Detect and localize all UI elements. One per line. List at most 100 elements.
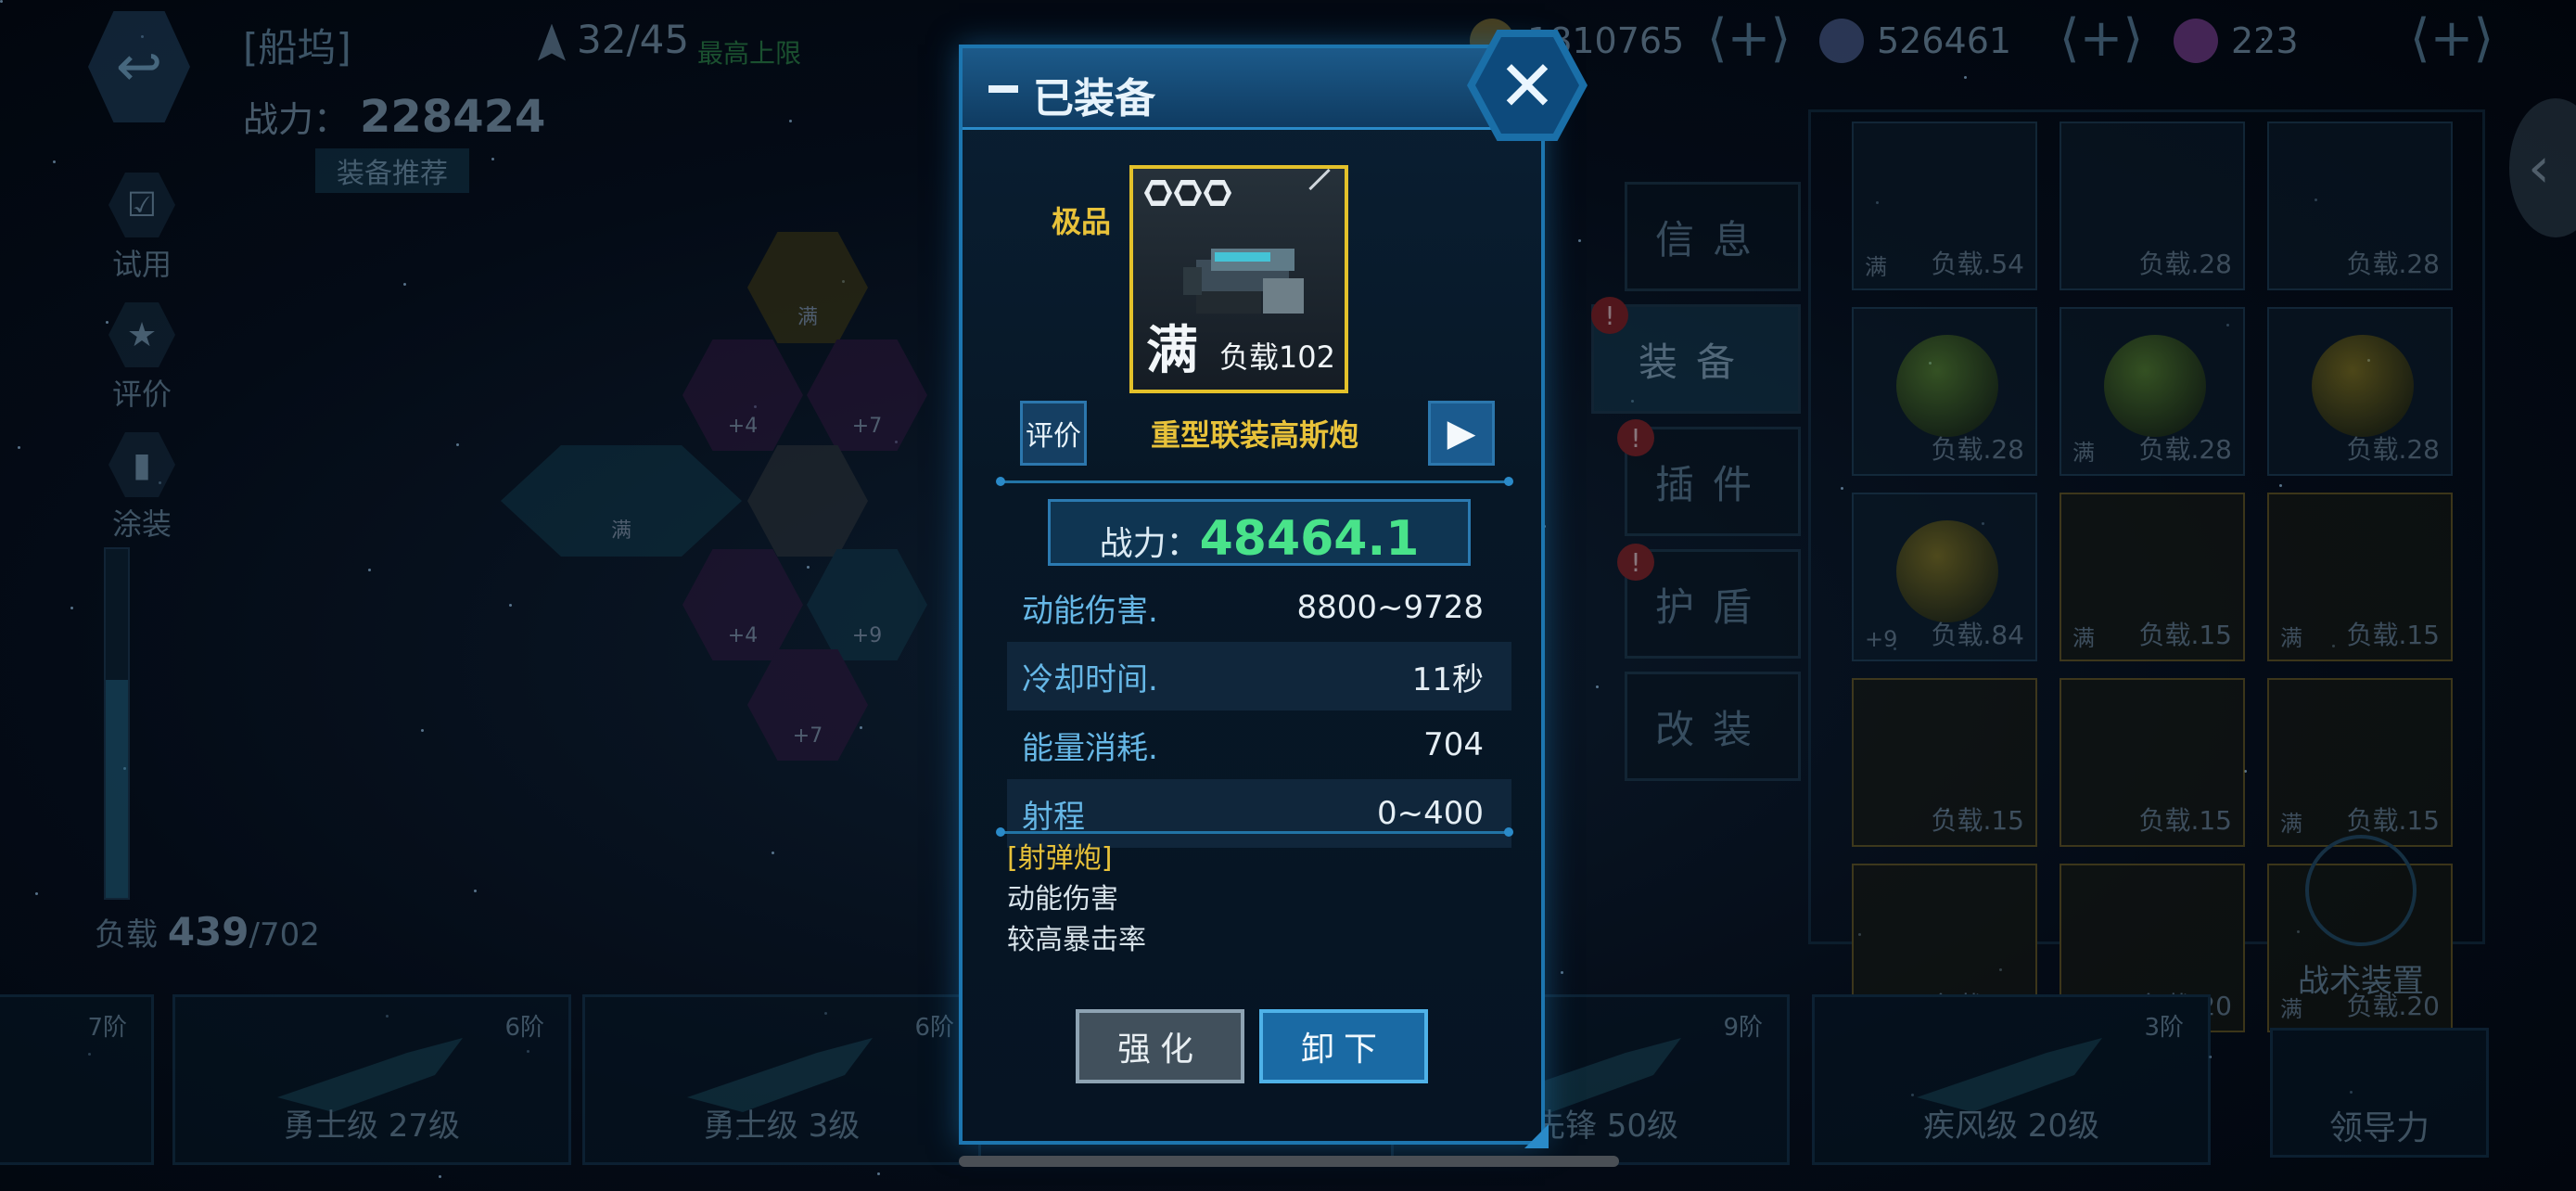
hangar-power-value: 228424 bbox=[360, 91, 546, 143]
hangar-power: 战力： 228424 bbox=[243, 91, 545, 143]
ship-name: 勇士级 3级 bbox=[703, 1108, 861, 1145]
resource-gem: 223 bbox=[2174, 13, 2299, 69]
corner-mark bbox=[1308, 169, 1331, 191]
slot-load: 负载.15 bbox=[2138, 620, 2232, 650]
equipment-slot[interactable]: 满 负载.15 bbox=[2267, 493, 2453, 661]
hex-slot[interactable]: +7 bbox=[807, 339, 927, 451]
gauss-cannon-icon bbox=[1183, 249, 1304, 314]
tactical-label: 战术装置 bbox=[2298, 963, 2424, 1000]
equipment-slot[interactable]: 满 负载.54 bbox=[1852, 122, 2037, 290]
equipment-slot[interactable]: 满 负载.28 bbox=[2060, 307, 2245, 476]
hex-slot[interactable]: 满 bbox=[747, 232, 868, 343]
item-name: 重型联装高斯炮 bbox=[1150, 417, 1358, 453]
hex-slot-label: +9 bbox=[851, 624, 883, 647]
load-bar bbox=[104, 547, 130, 900]
resource-value: 526461 bbox=[1877, 20, 2012, 61]
item-load: 负载102 bbox=[1218, 339, 1335, 375]
slot-full: 满 bbox=[2072, 625, 2095, 651]
recommend-equipment-button[interactable]: 装备推荐 bbox=[315, 148, 469, 193]
slot-load: 负载.15 bbox=[2138, 805, 2232, 836]
hangar-title: [船坞] bbox=[243, 25, 351, 70]
ship-rank: 6阶 bbox=[914, 1014, 954, 1042]
tab-info[interactable]: 信息 bbox=[1625, 182, 1801, 291]
slot-load: 负载.28 bbox=[2346, 249, 2440, 279]
slot-load: 负载.28 bbox=[2346, 434, 2440, 465]
unequip-button[interactable]: 卸下 bbox=[1259, 1009, 1428, 1083]
add-crystal-button[interactable]: ⟨+⟩ bbox=[2057, 8, 2146, 69]
divider bbox=[996, 477, 1513, 486]
stat-key: 动能伤害. bbox=[1022, 592, 1158, 630]
load-value: 439 bbox=[167, 909, 249, 954]
equipment-slot[interactable]: 负载.15 bbox=[1852, 678, 2037, 847]
equipment-slot[interactable]: +9 负载.84 bbox=[1852, 493, 2037, 661]
ship-name: 疾风级 20级 bbox=[1922, 1108, 2100, 1145]
rate-item-button[interactable]: 评价 bbox=[1020, 401, 1087, 466]
hex-slot-label: +7 bbox=[792, 724, 823, 748]
resource-crystal: 526461 bbox=[1819, 13, 2011, 69]
tactical-device-button[interactable]: 战术装置 bbox=[2298, 835, 2424, 1001]
stat-row: 射程 0~400 bbox=[1007, 779, 1511, 848]
star-level-icons bbox=[1144, 180, 1231, 206]
hex-level-icon bbox=[1144, 180, 1172, 206]
enhance-button[interactable]: 强化 bbox=[1076, 1009, 1244, 1083]
equipment-slot[interactable]: 负载.28 bbox=[2267, 307, 2453, 476]
leadership-button[interactable]: 领导力 bbox=[2270, 1028, 2489, 1158]
slot-full: 满 bbox=[2072, 440, 2095, 466]
add-gem-button[interactable]: ⟨+⟩ bbox=[2407, 8, 2496, 69]
hex-slot[interactable]: +9 bbox=[807, 549, 927, 660]
paint-button[interactable]: ▮ 涂装 bbox=[100, 432, 184, 544]
full-label: 满 bbox=[1146, 321, 1198, 381]
load-readout: 负载 439/702 bbox=[95, 909, 320, 954]
add-credits-button[interactable]: ⟨+⟩ bbox=[1704, 8, 1793, 69]
hex-slot-label: 满 bbox=[610, 519, 631, 543]
rocket-icon bbox=[538, 23, 566, 61]
resource-value: 223 bbox=[2231, 20, 2299, 61]
max-limit-label: 最高上限 bbox=[697, 38, 802, 69]
collapse-arrow-icon[interactable]: ‹ bbox=[2509, 98, 2576, 237]
paint-label: 涂装 bbox=[111, 506, 172, 542]
hex-slot[interactable]: +4 bbox=[682, 549, 803, 660]
orb-icon bbox=[1896, 520, 1998, 622]
item-card: 满 负载102 bbox=[1129, 165, 1348, 393]
hex-slot[interactable]: +4 bbox=[682, 339, 803, 451]
equipment-slot[interactable]: 负载.28 bbox=[1852, 307, 2037, 476]
tab-modify[interactable]: 改装 bbox=[1625, 672, 1801, 781]
play-button[interactable]: ▶ bbox=[1428, 401, 1495, 466]
ship-count-value: 32/45 bbox=[577, 17, 690, 62]
dialog-header: 已装备 bbox=[963, 48, 1541, 130]
star-doc-icon: ★ bbox=[108, 302, 175, 367]
back-button[interactable]: ↩ bbox=[88, 11, 190, 122]
ship-rank: 6阶 bbox=[504, 1014, 544, 1042]
ship-card[interactable]: 6阶勇士级 3级 bbox=[582, 994, 981, 1165]
ship-rank: 7阶 bbox=[87, 1014, 127, 1042]
home-indicator[interactable] bbox=[959, 1156, 1619, 1167]
orb-icon bbox=[2104, 335, 2206, 437]
trial-button[interactable]: ☑ 试用 bbox=[100, 173, 184, 284]
orb-icon bbox=[2312, 335, 2414, 437]
equipment-slot[interactable]: 负载.28 bbox=[2267, 122, 2453, 290]
hex-core[interactable] bbox=[747, 445, 868, 557]
equipment-slot[interactable]: 满 负载.15 bbox=[2060, 493, 2245, 661]
ship-count: 32/45 bbox=[538, 17, 689, 62]
hex-slot[interactable]: 满 bbox=[501, 445, 742, 557]
stat-key: 能量消耗. bbox=[1022, 729, 1158, 767]
corner-accent bbox=[1524, 1124, 1549, 1148]
equipment-slot[interactable]: 负载.28 bbox=[2060, 122, 2245, 290]
slot-full: 满 bbox=[2280, 625, 2302, 651]
orb-icon bbox=[1896, 335, 1998, 437]
slot-load: 负载.28 bbox=[2138, 249, 2232, 279]
ship-rank: 9阶 bbox=[1723, 1014, 1763, 1042]
slot-load: 负载.28 bbox=[2138, 434, 2232, 465]
ship-card[interactable]: 3阶 疾风级 20级 bbox=[1812, 994, 2211, 1165]
weapon-type: [射弹炮] bbox=[1007, 842, 1113, 875]
stats-list[interactable]: 动能伤害. 8800~9728 冷却时间. 11秒 能量消耗. 704 射程 0~400 bbox=[1007, 573, 1511, 857]
ship-card[interactable]: 6阶 勇士级 27级 bbox=[172, 994, 571, 1165]
load-bar-fill bbox=[106, 680, 128, 898]
equipment-slot[interactable]: 负载.15 bbox=[2060, 678, 2245, 847]
trial-label: 试用 bbox=[111, 247, 172, 282]
rate-button[interactable]: ★ 评价 bbox=[100, 302, 184, 414]
hex-slot[interactable]: +7 bbox=[747, 649, 868, 761]
back-arrow-icon: ↩ bbox=[115, 34, 163, 99]
equipment-slot[interactable]: 满 负载.15 bbox=[2267, 678, 2453, 847]
ship-card[interactable]: 7阶 bbox=[0, 994, 154, 1165]
